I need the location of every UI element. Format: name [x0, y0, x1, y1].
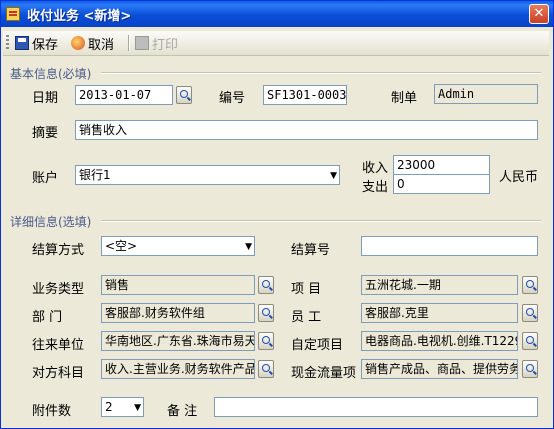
income-label: 收入	[362, 161, 389, 176]
custom-field[interactable]: 电器商品.电视机.创维.T1229	[361, 331, 518, 351]
detail-divider	[101, 220, 541, 222]
print-button[interactable]: 打印	[135, 34, 179, 53]
print-icon	[135, 36, 149, 50]
date-picker-icon[interactable]	[176, 86, 192, 104]
window: 收付业务 <新增> ✕ 保存 取消 打印 基本信息(必填) 日期 2013-01…	[0, 0, 554, 429]
staff-lookup-icon[interactable]	[522, 304, 538, 322]
no-input[interactable]: SF1301-0003	[263, 85, 347, 105]
date-label: 日期	[32, 91, 59, 106]
cashflow-label: 现金流量项	[291, 366, 357, 381]
partner-label: 往来单位	[32, 338, 85, 353]
biz-type-label: 业务类型	[32, 282, 85, 297]
app-icon	[6, 7, 20, 21]
cancel-label: 取消	[88, 37, 115, 53]
account-select[interactable]: 银行1 ▼	[75, 165, 340, 185]
toolbar-separator	[128, 35, 130, 51]
close-button[interactable]: ✕	[529, 4, 549, 24]
custom-lookup-icon[interactable]	[522, 332, 538, 350]
no-label: 编号	[219, 91, 246, 106]
partner-field[interactable]: 华南地区.广东省.珠海市易天	[101, 331, 255, 351]
project-lookup-icon[interactable]	[522, 276, 538, 294]
detail-section-title: 详细信息(选填)	[10, 215, 92, 229]
maker-label: 制单	[391, 91, 418, 106]
chevron-down-icon: ▼	[134, 403, 141, 413]
currency-label: 人民币	[499, 170, 539, 185]
toolbar: 保存 取消 打印	[3, 31, 549, 56]
window-title: 收付业务 <新增>	[27, 9, 132, 24]
partner-lookup-icon[interactable]	[258, 332, 274, 350]
settle-method-select[interactable]: <空> ▼	[101, 236, 255, 256]
chevron-down-icon: ▼	[245, 242, 252, 252]
custom-label: 自定项目	[291, 338, 344, 353]
settle-no-input[interactable]	[361, 236, 538, 256]
settle-no-label: 结算号	[291, 243, 331, 258]
toolbar-grip[interactable]	[6, 35, 9, 51]
staff-label: 员 工	[291, 310, 322, 325]
summary-label: 摘要	[32, 126, 59, 141]
title-bar: 收付业务 <新增> ✕	[1, 1, 553, 27]
project-label: 项 目	[291, 282, 322, 297]
maker-field: Admin	[434, 84, 538, 104]
basic-section-title: 基本信息(必填)	[10, 67, 92, 81]
dept-label: 部 门	[32, 310, 63, 325]
remark-input[interactable]	[214, 397, 538, 417]
cancel-button[interactable]: 取消	[71, 34, 115, 53]
subject-label: 对方科目	[32, 366, 85, 381]
expense-label: 支出	[362, 180, 389, 195]
biz-type-field[interactable]: 销售	[101, 275, 255, 295]
income-input[interactable]: 23000	[393, 155, 490, 175]
save-icon	[15, 36, 29, 50]
account-value: 银行1	[79, 168, 111, 182]
cashflow-field[interactable]: 销售产成品、商品、提供劳务	[361, 359, 518, 379]
expense-input[interactable]: 0	[393, 174, 490, 194]
account-label: 账户	[32, 171, 59, 186]
chevron-down-icon: ▼	[330, 171, 337, 181]
print-label: 打印	[152, 37, 179, 53]
attach-value: 2	[105, 400, 113, 414]
summary-input[interactable]: 销售收入	[75, 120, 538, 140]
save-label: 保存	[32, 37, 59, 53]
staff-field[interactable]: 客服部.克里	[361, 303, 518, 323]
subject-lookup-icon[interactable]	[258, 360, 274, 378]
project-field[interactable]: 五洲花城.一期	[361, 275, 518, 295]
date-input[interactable]: 2013-01-07	[75, 85, 173, 105]
basic-divider	[101, 72, 541, 74]
cancel-icon	[71, 36, 85, 50]
biz-type-lookup-icon[interactable]	[258, 276, 274, 294]
dept-lookup-icon[interactable]	[258, 304, 274, 322]
attach-label: 附件数	[32, 404, 72, 419]
remark-label: 备 注	[167, 404, 198, 419]
settle-method-label: 结算方式	[32, 243, 85, 258]
dept-field[interactable]: 客服部.财务软件组	[101, 303, 255, 323]
subject-field[interactable]: 收入.主营业务.财务软件产品	[101, 359, 255, 379]
settle-method-value: <空>	[105, 239, 138, 253]
cashflow-lookup-icon[interactable]	[522, 360, 538, 378]
save-button[interactable]: 保存	[15, 34, 59, 53]
attach-select[interactable]: 2 ▼	[101, 397, 144, 417]
